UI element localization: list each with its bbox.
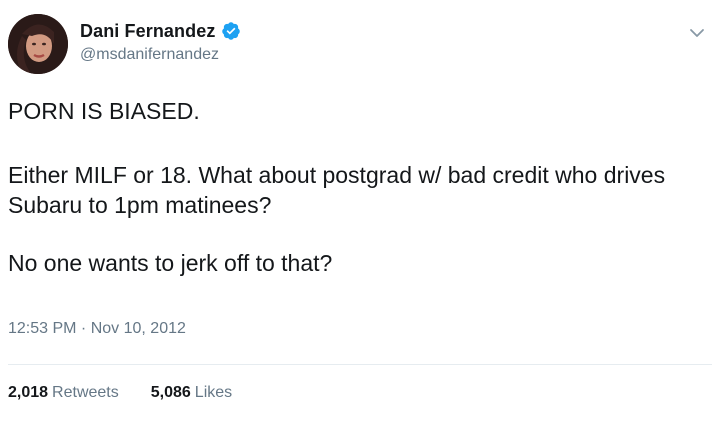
user-handle[interactable]: @msdanifernandez (80, 46, 241, 64)
user-info: Dani Fernandez @msdanifernandez (80, 20, 241, 64)
tweet-paragraph: No one wants to jerk off to that? (8, 250, 333, 276)
chevron-down-icon[interactable] (686, 22, 708, 44)
tweet-paragraph: Either MILF or 18. What about postgrad w… (8, 162, 666, 218)
retweets-label: Retweets (52, 384, 119, 401)
verified-badge-icon (221, 21, 241, 41)
avatar[interactable] (8, 14, 68, 74)
retweets-count: 2,018 (8, 384, 49, 401)
tweet-timestamp[interactable]: 12:53 PM · Nov 10, 2012 (8, 320, 186, 338)
name-row: Dani Fernandez (80, 20, 241, 42)
likes-count: 5,086 (150, 384, 191, 401)
avatar-image (8, 14, 68, 74)
tweet-text: PORN IS BIASED. Either MILF or 18. What … (8, 96, 698, 278)
divider (8, 364, 712, 365)
tweet-card: Dani Fernandez @msdanifernandez PORN IS … (0, 0, 720, 421)
tweet-stats: 2,018 Retweets 5,086 Likes (8, 384, 232, 402)
likes-stat[interactable]: 5,086 Likes (151, 384, 232, 402)
tweet-paragraph: PORN IS BIASED. (8, 98, 200, 124)
likes-label: Likes (194, 384, 233, 401)
display-name[interactable]: Dani Fernandez (80, 21, 215, 42)
retweets-stat[interactable]: 2,018 Retweets (8, 384, 119, 402)
